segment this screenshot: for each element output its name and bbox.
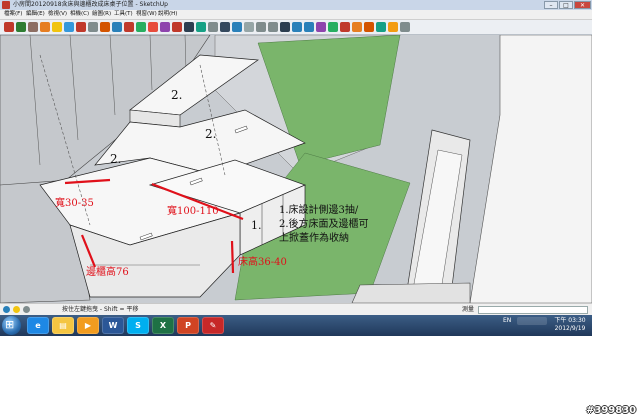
scale-icon[interactable]	[148, 22, 158, 32]
step-label-top: 2.	[171, 88, 182, 102]
follow-me-icon[interactable]	[136, 22, 146, 32]
share-model-icon[interactable]	[376, 22, 386, 32]
next-view-icon[interactable]	[304, 22, 314, 32]
file-explorer-icon[interactable]: ▤	[52, 317, 74, 334]
model-viewport[interactable]: 2. 2. 2. 寬30-35 寬100-110 1. 邊櫃高76 床高36-4…	[0, 35, 592, 303]
step-label-mid: 2.	[205, 127, 216, 141]
protractor-icon[interactable]	[220, 22, 230, 32]
design-note-line-1: 1.床設計側邊3抽/	[279, 203, 359, 216]
minimize-button[interactable]: –	[544, 1, 558, 9]
arc-icon[interactable]	[52, 22, 62, 32]
menu-window[interactable]: 視窗(W)	[136, 10, 157, 19]
menu-tools[interactable]: 工具(T)	[114, 10, 133, 19]
offset-icon[interactable]	[160, 22, 170, 32]
get-models-icon[interactable]	[364, 22, 374, 32]
start-button[interactable]: ⊞	[2, 316, 21, 335]
zoom-window-icon[interactable]	[268, 22, 278, 32]
language-indicator[interactable]: EN	[503, 317, 511, 325]
side-cabinet-base	[351, 282, 471, 303]
powerpoint-icon[interactable]: P	[177, 317, 199, 334]
menu-edit[interactable]: 編輯(E)	[26, 10, 45, 19]
dimension-icon[interactable]	[208, 22, 218, 32]
step-label-left: 2.	[110, 152, 121, 166]
menu-file[interactable]: 檔案(F)	[4, 10, 22, 19]
orbit-icon[interactable]	[232, 22, 242, 32]
clock-time: 下午 03:30	[554, 317, 586, 324]
previous-view-icon[interactable]	[292, 22, 302, 32]
axes-icon[interactable]	[196, 22, 206, 32]
windows-logo-icon: ⊞	[5, 318, 15, 331]
paint-bucket-icon[interactable]	[100, 22, 110, 32]
walk-icon[interactable]	[316, 22, 326, 32]
menu-help[interactable]: 說明(H)	[158, 10, 177, 19]
help-icon[interactable]	[23, 306, 30, 313]
zoom-icon[interactable]	[256, 22, 266, 32]
polygon-icon[interactable]	[64, 22, 74, 32]
title-bar: 小房間20120918含床與邊櫃改成床桌子位置 - SketchUp – □ ✕	[0, 0, 592, 10]
bed-number-label: 1.	[251, 219, 262, 232]
push-pull-icon[interactable]	[112, 22, 122, 32]
components-icon[interactable]	[388, 22, 398, 32]
maximize-button[interactable]: □	[559, 1, 573, 9]
word-icon[interactable]: W	[102, 317, 124, 334]
close-button[interactable]: ✕	[574, 1, 591, 9]
width-label-bed: 寬100-110	[167, 204, 219, 217]
rotate-icon[interactable]	[124, 22, 134, 32]
watermark-id: #399830	[586, 405, 637, 416]
position-camera-icon[interactable]	[340, 22, 350, 32]
bed-height-label: 床高36-40	[238, 255, 287, 268]
text-icon[interactable]	[184, 22, 194, 32]
credits-icon[interactable]	[13, 306, 20, 313]
menu-camera[interactable]: 相機(C)	[70, 10, 89, 19]
geo-location-icon[interactable]	[3, 306, 10, 313]
move-icon[interactable]	[172, 22, 182, 32]
window-title: 小房間20120918含床與邊櫃改成床桌子位置 - SketchUp	[13, 1, 168, 8]
pan-icon[interactable]	[244, 22, 254, 32]
select-arrow-icon[interactable]	[4, 22, 14, 32]
eraser-icon[interactable]	[76, 22, 86, 32]
width-label-left: 寬30-35	[55, 196, 94, 209]
sketchup-icon[interactable]: ✎	[202, 317, 224, 334]
scene-drawing: 2. 2. 2. 寬30-35 寬100-110 1. 邊櫃高76 床高36-4…	[0, 35, 592, 303]
clock-date: 2012/9/19	[554, 325, 586, 332]
menu-draw[interactable]: 繪圖(R)	[92, 10, 111, 19]
taskbar: ⊞ EN 下午 03:30 2012/9/19 e ▤ ▶ W S X P ✎	[0, 315, 592, 336]
zoom-extents-icon[interactable]	[280, 22, 290, 32]
dim-bed-height	[230, 240, 235, 274]
design-note-line-3: 上掀蓋作為收納	[279, 231, 349, 244]
pencil-icon[interactable]	[16, 22, 26, 32]
layers-icon[interactable]	[400, 22, 410, 32]
tape-measure-icon[interactable]	[88, 22, 98, 32]
menu-bar: 檔案(F) 編輯(E) 檢視(V) 相機(C) 繪圖(R) 工具(T) 視窗(W…	[0, 10, 592, 20]
design-note-line-2: 2.後方床面及邊櫃可	[279, 217, 369, 230]
clock[interactable]: 下午 03:30 2012/9/19	[552, 317, 588, 333]
side-height-label: 邊櫃高76	[86, 265, 129, 278]
sketchup-app-icon	[2, 1, 10, 9]
desktop-screen: 小房間20120918含床與邊櫃改成床桌子位置 - SketchUp – □ ✕…	[0, 0, 592, 336]
measurements-field[interactable]	[478, 306, 588, 314]
system-tray-icons[interactable]	[517, 317, 547, 325]
menu-view[interactable]: 檢視(V)	[48, 10, 67, 19]
media-player-icon[interactable]: ▶	[77, 317, 99, 334]
section-plane-icon[interactable]	[352, 22, 362, 32]
rectangle-icon[interactable]	[28, 22, 38, 32]
skype-icon[interactable]: S	[127, 317, 149, 334]
toolbar	[0, 20, 592, 35]
look-around-icon[interactable]	[328, 22, 338, 32]
circle-icon[interactable]	[40, 22, 50, 32]
internet-explorer-icon[interactable]: e	[27, 317, 49, 334]
excel-icon[interactable]: X	[152, 317, 174, 334]
